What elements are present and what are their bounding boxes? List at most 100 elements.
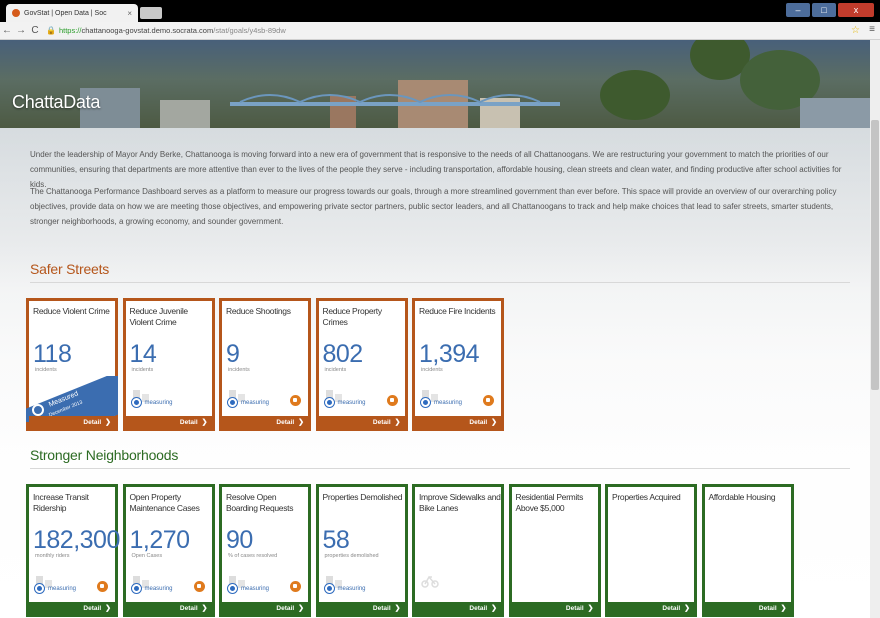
status-label: measuring bbox=[48, 585, 77, 592]
detail-label: Detail bbox=[469, 604, 488, 612]
detail-button[interactable]: Detail ❯ bbox=[511, 602, 598, 614]
detail-button[interactable]: Detail ❯ bbox=[318, 416, 405, 428]
goal-title: Reduce Violent Crime bbox=[33, 306, 110, 316]
detail-label: Detail bbox=[758, 604, 777, 612]
chevron-right-icon: ❯ bbox=[201, 419, 208, 426]
measuring-icon bbox=[421, 398, 430, 407]
detail-button[interactable]: Detail ❯ bbox=[125, 602, 212, 614]
goal-unit: properties demolished bbox=[324, 553, 379, 559]
tab-close-icon[interactable]: × bbox=[127, 9, 132, 18]
goal-title: Residential Permits Above $5,000 bbox=[515, 492, 584, 513]
detail-button[interactable]: Detail ❯ bbox=[608, 602, 694, 614]
goal-card[interactable]: Reduce Fire Incidents 1,394 incidents measu… bbox=[412, 298, 504, 431]
goal-card[interactable]: Reduce Shootings 9 incidents measuring Detai… bbox=[219, 298, 311, 431]
bookmark-star-icon[interactable]: ☆ bbox=[851, 25, 860, 36]
goal-card[interactable]: Affordable Housing Detail ❯ bbox=[701, 484, 794, 617]
goal-title: Reduce Shootings bbox=[226, 306, 291, 316]
scrollbar-thumb[interactable] bbox=[871, 120, 879, 390]
flag-icon bbox=[483, 395, 494, 406]
goal-unit: incidents bbox=[324, 367, 347, 373]
goal-title: Improve Sidewalks and Bike Lanes bbox=[419, 492, 501, 513]
goal-value: 1,270 bbox=[129, 526, 191, 554]
address-bar[interactable]: 🔒 https:// chattanooga-govstat.demo.socr… bbox=[46, 24, 866, 38]
goal-title: Reduce Juvenile Violent Crime bbox=[129, 306, 189, 327]
goal-card[interactable]: Reduce Violent Crime 118 incidents Measured… bbox=[26, 298, 118, 431]
flag-icon bbox=[193, 581, 205, 592]
goal-card[interactable]: Residential Permits Above $5,000 Detail ❯ bbox=[508, 484, 601, 617]
detail-button[interactable]: Detail ❯ bbox=[415, 416, 501, 428]
section-title-stronger-neighborhoods: Stronger Neighborhoods bbox=[30, 447, 179, 463]
tab-title: GovStat | Open Data | Soc bbox=[24, 9, 107, 17]
banner-building bbox=[800, 98, 870, 128]
chevron-right-icon: ❯ bbox=[105, 605, 111, 612]
banner-tree bbox=[600, 70, 670, 120]
flag-icon bbox=[290, 395, 301, 406]
detail-button[interactable]: Detail ❯ bbox=[318, 602, 405, 614]
detail-label: Detail bbox=[179, 604, 198, 612]
goal-card[interactable]: Resolve Open Boarding Requests 90% of cas… bbox=[219, 484, 311, 617]
status-indicator: measuring bbox=[131, 398, 173, 407]
status-label: measuring bbox=[241, 399, 270, 406]
detail-button[interactable]: Detail ❯ bbox=[29, 416, 115, 428]
maximize-button[interactable]: □ bbox=[812, 3, 836, 17]
chevron-right-icon: ❯ bbox=[491, 419, 497, 426]
new-tab-button[interactable] bbox=[140, 7, 162, 19]
detail-button[interactable]: Detail ❯ bbox=[125, 416, 212, 428]
flag-icon bbox=[290, 581, 301, 592]
chevron-right-icon: ❯ bbox=[587, 605, 594, 612]
goal-value: 90 bbox=[226, 526, 253, 554]
detail-button[interactable]: Detail ❯ bbox=[222, 416, 308, 428]
goal-card[interactable]: Properties Acquired Detail ❯ bbox=[605, 484, 697, 617]
browser-tab[interactable]: GovStat | Open Data | Soc × bbox=[6, 4, 138, 22]
detail-button[interactable]: Detail ❯ bbox=[415, 602, 501, 614]
goal-title: Affordable Housing bbox=[708, 492, 776, 502]
status-indicator: measuring bbox=[228, 584, 269, 593]
status-label: measuring bbox=[434, 399, 463, 406]
goal-unit: monthly riders bbox=[35, 553, 70, 559]
goal-card[interactable]: Increase Transit Ridership 182,300 monthly… bbox=[26, 484, 120, 617]
detail-button[interactable]: Detail ❯ bbox=[29, 602, 115, 614]
chevron-right-icon: ❯ bbox=[780, 605, 787, 612]
browser-menu-icon[interactable]: ≡ bbox=[869, 24, 875, 35]
reload-button[interactable]: C bbox=[28, 25, 42, 36]
detail-label: Detail bbox=[83, 418, 102, 426]
measured-icon bbox=[32, 404, 44, 416]
status-indicator: measuring bbox=[421, 398, 462, 407]
page-scrollbar[interactable] bbox=[870, 40, 880, 618]
bicycle-icon bbox=[421, 575, 439, 588]
chevron-right-icon: ❯ bbox=[394, 419, 401, 426]
measuring-icon bbox=[131, 398, 141, 407]
goal-card[interactable]: Open Property Maintenance Cases 1,270 Open… bbox=[122, 484, 215, 617]
minimize-button[interactable]: – bbox=[786, 3, 810, 17]
site-title[interactable]: ChattaData bbox=[12, 92, 100, 113]
browser-titlebar: GovStat | Open Data | Soc × – □ x bbox=[0, 0, 880, 22]
goal-card[interactable]: Reduce Property Crimes 802 incidents measur… bbox=[315, 298, 408, 431]
measuring-icon bbox=[324, 584, 334, 593]
forward-button[interactable]: → bbox=[14, 25, 28, 36]
goal-value: 1,394 bbox=[419, 340, 480, 368]
goal-card[interactable]: Improve Sidewalks and Bike Lanes Detail ❯ bbox=[412, 484, 504, 617]
back-button[interactable]: ← bbox=[0, 25, 14, 36]
detail-label: Detail bbox=[372, 418, 391, 426]
detail-button[interactable]: Detail ❯ bbox=[704, 602, 791, 614]
goal-title: Properties Acquired bbox=[612, 492, 681, 502]
status-indicator: measuring bbox=[131, 584, 173, 593]
close-window-button[interactable]: x bbox=[838, 3, 874, 17]
goal-value: 182,300 bbox=[33, 526, 120, 554]
goal-title: Reduce Property Crimes bbox=[322, 306, 383, 327]
section-divider bbox=[30, 468, 850, 469]
goal-card[interactable]: Reduce Juvenile Violent Crime 14 incidents… bbox=[122, 298, 215, 431]
chevron-right-icon: ❯ bbox=[201, 605, 208, 612]
goal-title: Open Property Maintenance Cases bbox=[129, 492, 200, 513]
goal-unit: incidents bbox=[131, 367, 154, 373]
goal-card[interactable]: Properties Demolished 58 properties demoli… bbox=[315, 484, 408, 617]
detail-label: Detail bbox=[662, 604, 681, 612]
goal-title: Properties Demolished bbox=[322, 492, 403, 502]
detail-button[interactable]: Detail ❯ bbox=[222, 602, 308, 614]
url-path: /stat/goals/y4sb-89dw bbox=[213, 26, 286, 35]
flag-icon bbox=[97, 581, 108, 592]
intro-paragraph-2: The Chattanooga Performance Dashboard se… bbox=[30, 187, 837, 226]
detail-label: Detail bbox=[565, 604, 584, 612]
page-content: ChattaData Under the leadership of Mayor… bbox=[0, 40, 870, 618]
status-indicator: measuring bbox=[324, 398, 366, 407]
